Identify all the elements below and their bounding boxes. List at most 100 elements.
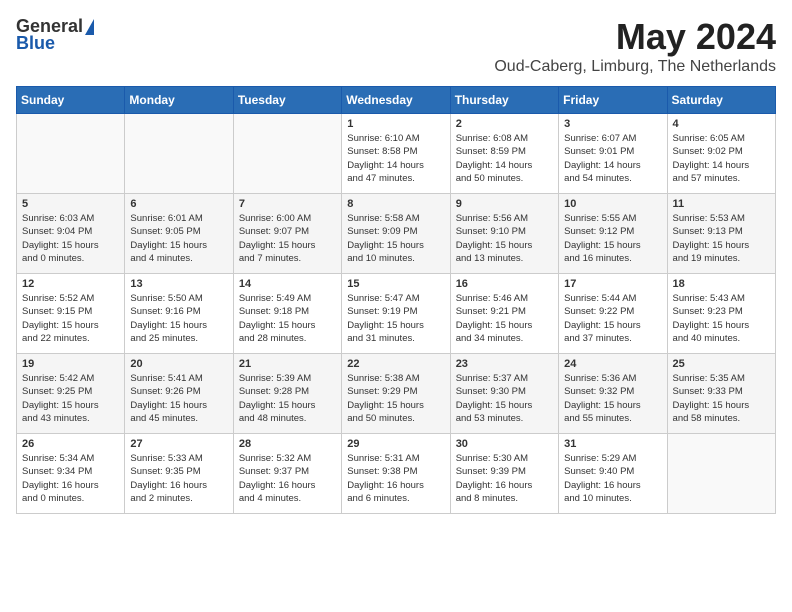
cell-text: Daylight: 16 hours <box>456 479 553 492</box>
day-number: 3 <box>564 118 661 130</box>
cell-text: and 19 minutes. <box>673 252 770 265</box>
cell-text: Sunrise: 5:30 AM <box>456 452 553 465</box>
cell-text: Sunset: 9:10 PM <box>456 225 553 238</box>
calendar-cell: 30Sunrise: 5:30 AMSunset: 9:39 PMDayligh… <box>450 434 558 514</box>
cell-text: Sunset: 9:30 PM <box>456 385 553 398</box>
cell-text: Sunrise: 5:35 AM <box>673 372 770 385</box>
header-wednesday: Wednesday <box>342 87 450 114</box>
title-block: May 2024 Oud-Caberg, Limburg, The Nether… <box>494 16 776 76</box>
cell-text: Sunset: 9:02 PM <box>673 145 770 158</box>
cell-text: Sunset: 9:26 PM <box>130 385 227 398</box>
cell-text: Daylight: 15 hours <box>22 319 119 332</box>
cell-text: Daylight: 15 hours <box>347 319 444 332</box>
cell-text: and 0 minutes. <box>22 492 119 505</box>
day-number: 8 <box>347 198 444 210</box>
calendar-cell: 9Sunrise: 5:56 AMSunset: 9:10 PMDaylight… <box>450 194 558 274</box>
cell-text: and 40 minutes. <box>673 332 770 345</box>
cell-text: Sunrise: 5:32 AM <box>239 452 336 465</box>
cell-text: Daylight: 15 hours <box>239 319 336 332</box>
day-number: 13 <box>130 278 227 290</box>
calendar-cell: 11Sunrise: 5:53 AMSunset: 9:13 PMDayligh… <box>667 194 775 274</box>
day-number: 1 <box>347 118 444 130</box>
cell-text: Sunrise: 5:31 AM <box>347 452 444 465</box>
calendar-week-row: 1Sunrise: 6:10 AMSunset: 8:58 PMDaylight… <box>17 114 776 194</box>
cell-text: and 25 minutes. <box>130 332 227 345</box>
calendar-cell: 17Sunrise: 5:44 AMSunset: 9:22 PMDayligh… <box>559 274 667 354</box>
calendar-week-row: 12Sunrise: 5:52 AMSunset: 9:15 PMDayligh… <box>17 274 776 354</box>
cell-text: Daylight: 15 hours <box>130 239 227 252</box>
cell-text: and 8 minutes. <box>456 492 553 505</box>
cell-text: Sunset: 9:38 PM <box>347 465 444 478</box>
cell-text: Sunset: 8:59 PM <box>456 145 553 158</box>
cell-text: Sunset: 9:21 PM <box>456 305 553 318</box>
cell-text: Daylight: 15 hours <box>564 319 661 332</box>
calendar-week-row: 5Sunrise: 6:03 AMSunset: 9:04 PMDaylight… <box>17 194 776 274</box>
calendar-table: SundayMondayTuesdayWednesdayThursdayFrid… <box>16 86 776 514</box>
day-number: 17 <box>564 278 661 290</box>
cell-text: Sunset: 9:13 PM <box>673 225 770 238</box>
cell-text: Daylight: 16 hours <box>564 479 661 492</box>
cell-text: Sunrise: 5:56 AM <box>456 212 553 225</box>
calendar-cell: 14Sunrise: 5:49 AMSunset: 9:18 PMDayligh… <box>233 274 341 354</box>
calendar-week-row: 26Sunrise: 5:34 AMSunset: 9:34 PMDayligh… <box>17 434 776 514</box>
day-number: 19 <box>22 358 119 370</box>
cell-text: Sunset: 9:39 PM <box>456 465 553 478</box>
calendar-cell: 25Sunrise: 5:35 AMSunset: 9:33 PMDayligh… <box>667 354 775 434</box>
cell-text: Sunset: 9:40 PM <box>564 465 661 478</box>
cell-text: Sunrise: 5:53 AM <box>673 212 770 225</box>
cell-text: Daylight: 15 hours <box>239 239 336 252</box>
cell-text: Sunset: 9:23 PM <box>673 305 770 318</box>
cell-text: and 7 minutes. <box>239 252 336 265</box>
day-number: 22 <box>347 358 444 370</box>
header-sunday: Sunday <box>17 87 125 114</box>
cell-text: Sunset: 9:07 PM <box>239 225 336 238</box>
cell-text: Daylight: 16 hours <box>130 479 227 492</box>
cell-text: and 57 minutes. <box>673 172 770 185</box>
cell-text: Daylight: 16 hours <box>22 479 119 492</box>
calendar-cell: 29Sunrise: 5:31 AMSunset: 9:38 PMDayligh… <box>342 434 450 514</box>
day-number: 29 <box>347 438 444 450</box>
cell-text: Sunrise: 5:34 AM <box>22 452 119 465</box>
cell-text: Daylight: 15 hours <box>456 319 553 332</box>
cell-text: and 54 minutes. <box>564 172 661 185</box>
cell-text: Sunset: 9:34 PM <box>22 465 119 478</box>
calendar-cell: 1Sunrise: 6:10 AMSunset: 8:58 PMDaylight… <box>342 114 450 194</box>
cell-text: and 47 minutes. <box>347 172 444 185</box>
day-number: 12 <box>22 278 119 290</box>
calendar-cell <box>667 434 775 514</box>
cell-text: Sunset: 9:25 PM <box>22 385 119 398</box>
calendar-week-row: 19Sunrise: 5:42 AMSunset: 9:25 PMDayligh… <box>17 354 776 434</box>
cell-text: and 58 minutes. <box>673 412 770 425</box>
calendar-cell: 20Sunrise: 5:41 AMSunset: 9:26 PMDayligh… <box>125 354 233 434</box>
day-number: 15 <box>347 278 444 290</box>
cell-text: Daylight: 15 hours <box>456 239 553 252</box>
page-header: General Blue May 2024 Oud-Caberg, Limbur… <box>16 16 776 76</box>
day-number: 24 <box>564 358 661 370</box>
cell-text: Sunrise: 6:10 AM <box>347 132 444 145</box>
cell-text: Sunrise: 5:50 AM <box>130 292 227 305</box>
calendar-cell: 3Sunrise: 6:07 AMSunset: 9:01 PMDaylight… <box>559 114 667 194</box>
cell-text: Sunrise: 5:58 AM <box>347 212 444 225</box>
cell-text: Daylight: 14 hours <box>347 159 444 172</box>
cell-text: Sunset: 9:09 PM <box>347 225 444 238</box>
calendar-cell: 28Sunrise: 5:32 AMSunset: 9:37 PMDayligh… <box>233 434 341 514</box>
cell-text: Sunrise: 5:33 AM <box>130 452 227 465</box>
cell-text: Sunset: 9:05 PM <box>130 225 227 238</box>
header-tuesday: Tuesday <box>233 87 341 114</box>
day-number: 5 <box>22 198 119 210</box>
cell-text: Sunset: 9:19 PM <box>347 305 444 318</box>
cell-text: Sunset: 9:32 PM <box>564 385 661 398</box>
cell-text: and 6 minutes. <box>347 492 444 505</box>
calendar-cell: 23Sunrise: 5:37 AMSunset: 9:30 PMDayligh… <box>450 354 558 434</box>
day-number: 26 <box>22 438 119 450</box>
cell-text: Sunset: 9:35 PM <box>130 465 227 478</box>
header-saturday: Saturday <box>667 87 775 114</box>
cell-text: Sunrise: 5:43 AM <box>673 292 770 305</box>
calendar-cell: 4Sunrise: 6:05 AMSunset: 9:02 PMDaylight… <box>667 114 775 194</box>
cell-text: Daylight: 15 hours <box>564 239 661 252</box>
cell-text: Sunset: 9:15 PM <box>22 305 119 318</box>
cell-text: and 4 minutes. <box>130 252 227 265</box>
cell-text: Sunset: 9:28 PM <box>239 385 336 398</box>
calendar-cell: 6Sunrise: 6:01 AMSunset: 9:05 PMDaylight… <box>125 194 233 274</box>
cell-text: Daylight: 15 hours <box>130 319 227 332</box>
